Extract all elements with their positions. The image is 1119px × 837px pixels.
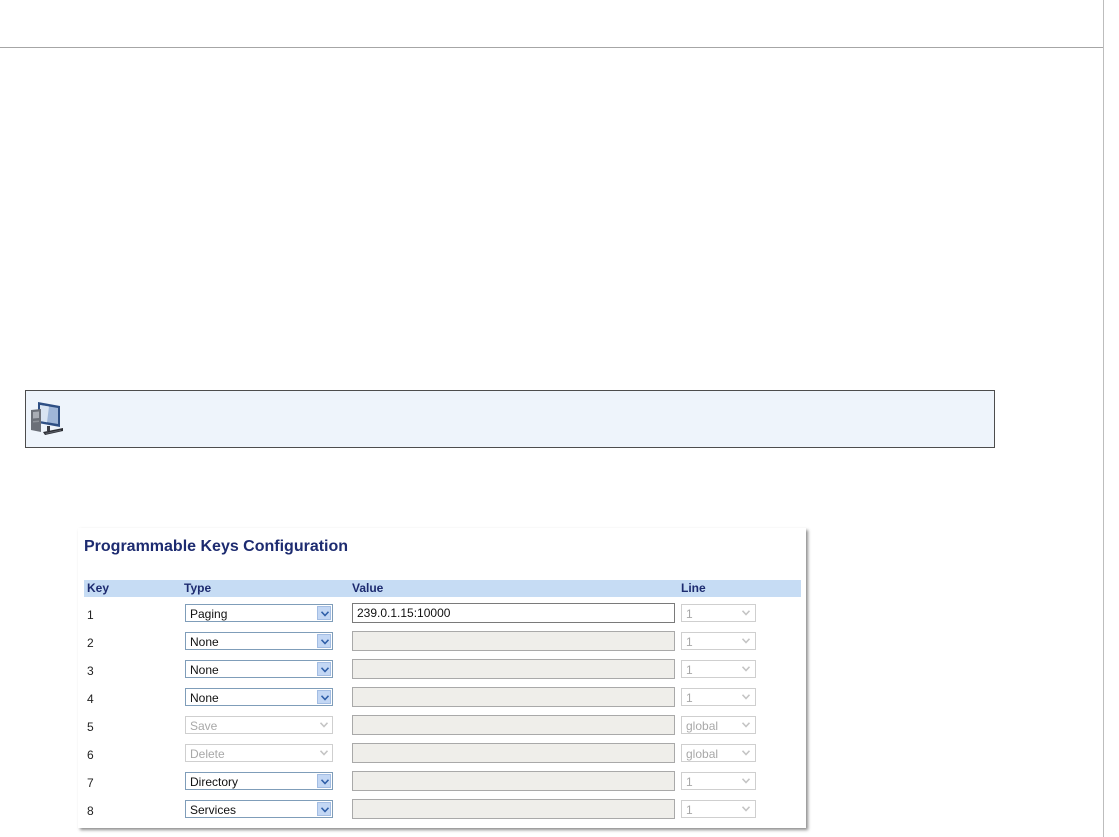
type-select-value: None [190, 635, 219, 649]
chevron-down-icon [320, 750, 328, 756]
dropdown-button [739, 802, 753, 816]
header-type: Type [184, 581, 212, 595]
chevron-down-icon [742, 778, 750, 784]
dropdown-button [739, 634, 753, 648]
programmable-keys-panel: Programmable Keys Configuration Key Type… [78, 528, 806, 828]
chevron-down-icon [742, 610, 750, 616]
line-select-value: 1 [686, 635, 693, 649]
key-number: 4 [87, 692, 94, 706]
type-select-value: None [190, 663, 219, 677]
key-number: 5 [87, 720, 94, 734]
dropdown-button [739, 606, 753, 620]
value-input [352, 631, 675, 651]
value-input[interactable]: 239.0.1.15:10000 [352, 603, 675, 623]
type-select-value: Delete [190, 747, 225, 761]
key-number: 8 [87, 804, 94, 818]
line-select: 1 [681, 632, 756, 650]
type-select[interactable]: None [185, 688, 333, 706]
chevron-down-icon [742, 806, 750, 812]
type-select-value: Paging [190, 607, 228, 621]
table-row: 7 Directory 1 [84, 770, 801, 794]
dropdown-button [739, 774, 753, 788]
chevron-down-icon [320, 722, 328, 728]
chevron-down-icon [321, 667, 329, 673]
dropdown-button[interactable] [317, 774, 331, 788]
type-select[interactable]: Directory [185, 772, 333, 790]
chevron-down-icon [742, 694, 750, 700]
note-box [25, 390, 995, 448]
key-number: 6 [87, 748, 94, 762]
line-select: 1 [681, 800, 756, 818]
type-select: Delete [185, 744, 333, 762]
value-input [352, 715, 675, 735]
header-line: Line [681, 581, 706, 595]
line-select-value: 1 [686, 803, 693, 817]
table-row: 5 Save global [84, 714, 801, 738]
dropdown-button [317, 746, 331, 760]
top-divider [0, 47, 1103, 48]
value-input [352, 743, 675, 763]
table-row: 6 Delete global [84, 742, 801, 766]
line-select: 1 [681, 688, 756, 706]
header-value: Value [352, 581, 384, 595]
dropdown-button [317, 718, 331, 732]
dropdown-button[interactable] [317, 802, 331, 816]
dropdown-button [739, 690, 753, 704]
line-select-value: global [686, 719, 719, 733]
dropdown-button[interactable] [317, 606, 331, 620]
chevron-down-icon [321, 779, 329, 785]
value-input [352, 659, 675, 679]
line-select: global [681, 716, 756, 734]
chevron-down-icon [742, 722, 750, 728]
table-row: 4 None 1 [84, 686, 801, 710]
type-select: Save [185, 716, 333, 734]
right-edge-divider [1103, 0, 1104, 837]
line-select-value: 1 [686, 691, 693, 705]
chevron-down-icon [742, 750, 750, 756]
table-row: 2 None 1 [84, 630, 801, 654]
line-select: 1 [681, 660, 756, 678]
chevron-down-icon [321, 639, 329, 645]
line-select: global [681, 744, 756, 762]
table-row: 3 None 1 [84, 658, 801, 682]
value-input [352, 771, 675, 791]
computer-monitor-icon [31, 402, 63, 435]
dropdown-button [739, 746, 753, 760]
panel-title: Programmable Keys Configuration [84, 538, 349, 555]
line-select: 1 [681, 772, 756, 790]
line-select: 1 [681, 604, 756, 622]
chevron-down-icon [742, 666, 750, 672]
line-select-value: 1 [686, 775, 693, 789]
chevron-down-icon [321, 695, 329, 701]
chevron-down-icon [321, 611, 329, 617]
type-select[interactable]: Paging [185, 604, 333, 622]
type-select-value: Directory [190, 775, 239, 789]
value-input [352, 687, 675, 707]
dropdown-button[interactable] [317, 690, 331, 704]
type-select[interactable]: None [185, 660, 333, 678]
table-row: 1 Paging 239.0.1.15:10000 1 [84, 602, 801, 626]
chevron-down-icon [742, 638, 750, 644]
chevron-down-icon [321, 807, 329, 813]
key-number: 1 [87, 608, 94, 622]
dropdown-button[interactable] [317, 662, 331, 676]
key-number: 3 [87, 664, 94, 678]
type-select-value: None [190, 691, 219, 705]
value-input [352, 799, 675, 819]
type-select[interactable]: None [185, 632, 333, 650]
dropdown-button[interactable] [317, 634, 331, 648]
key-number: 2 [87, 636, 94, 650]
key-number: 7 [87, 776, 94, 790]
dropdown-button [739, 662, 753, 676]
table-row: 8 Services 1 [84, 798, 801, 822]
type-select[interactable]: Services [185, 800, 333, 818]
line-select-value: 1 [686, 663, 693, 677]
table-header: Key Type Value Line [84, 580, 801, 597]
dropdown-button [739, 718, 753, 732]
header-key: Key [87, 581, 110, 595]
line-select-value: 1 [686, 607, 693, 621]
type-select-value: Services [190, 803, 237, 817]
type-select-value: Save [190, 719, 218, 733]
line-select-value: global [686, 747, 719, 761]
